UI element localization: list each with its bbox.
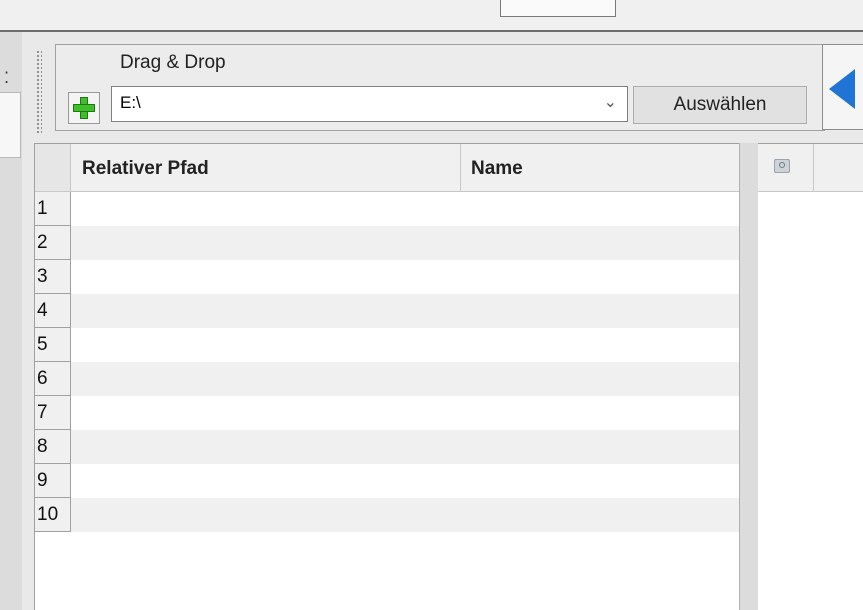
- grid-header: Relativer Pfad Name: [35, 144, 739, 192]
- back-button[interactable]: [822, 44, 863, 130]
- table-row[interactable]: 2: [35, 226, 739, 260]
- row-number[interactable]: 9: [35, 464, 71, 498]
- vertical-splitter[interactable]: [739, 143, 758, 610]
- table-row[interactable]: 3: [35, 260, 739, 294]
- table-row[interactable]: 1: [35, 192, 739, 226]
- row-number[interactable]: 1: [35, 192, 71, 226]
- path-value: E:\: [120, 93, 141, 112]
- table-row[interactable]: 6: [35, 362, 739, 396]
- toolbar-title: Drag & Drop: [120, 52, 226, 73]
- image-preview-icon[interactable]: [774, 159, 790, 173]
- file-grid[interactable]: Relativer Pfad Name 1 2 3 4 5 6 7 8 9 10: [34, 143, 739, 610]
- top-tab[interactable]: [500, 0, 616, 17]
- column-header-name[interactable]: Name: [471, 158, 523, 180]
- path-combobox[interactable]: E:\ ⌄: [111, 86, 628, 122]
- row-number[interactable]: 2: [35, 226, 71, 260]
- triangle-left-icon: [829, 69, 855, 109]
- left-edge-tab[interactable]: [0, 92, 21, 158]
- row-number[interactable]: 7: [35, 396, 71, 430]
- preview-header: [758, 144, 863, 192]
- row-number[interactable]: 3: [35, 260, 71, 294]
- top-strip: [0, 0, 863, 32]
- row-number[interactable]: 4: [35, 294, 71, 328]
- column-header-relative-path[interactable]: Relativer Pfad: [82, 158, 209, 180]
- row-number[interactable]: 10: [35, 498, 71, 532]
- select-button[interactable]: Auswählen: [633, 86, 807, 124]
- column-divider[interactable]: [813, 144, 814, 191]
- grid-corner[interactable]: [35, 144, 71, 191]
- toolbar-grip-handle[interactable]: [36, 50, 42, 134]
- column-divider[interactable]: [460, 144, 461, 191]
- table-row[interactable]: 10: [35, 498, 739, 532]
- collapse-icon[interactable]: ⁚: [4, 68, 9, 88]
- plus-icon: [73, 97, 95, 119]
- add-path-button[interactable]: [68, 92, 100, 124]
- table-row[interactable]: 4: [35, 294, 739, 328]
- chevron-down-icon[interactable]: ⌄: [604, 92, 617, 112]
- row-number[interactable]: 5: [35, 328, 71, 362]
- left-edge-panel: ⁚: [0, 32, 22, 610]
- table-row[interactable]: 9: [35, 464, 739, 498]
- top-divider: [0, 30, 863, 32]
- table-row[interactable]: 8: [35, 430, 739, 464]
- table-row[interactable]: 7: [35, 396, 739, 430]
- row-number[interactable]: 6: [35, 362, 71, 396]
- row-number[interactable]: 8: [35, 430, 71, 464]
- table-row[interactable]: 5: [35, 328, 739, 362]
- preview-panel: [758, 143, 863, 610]
